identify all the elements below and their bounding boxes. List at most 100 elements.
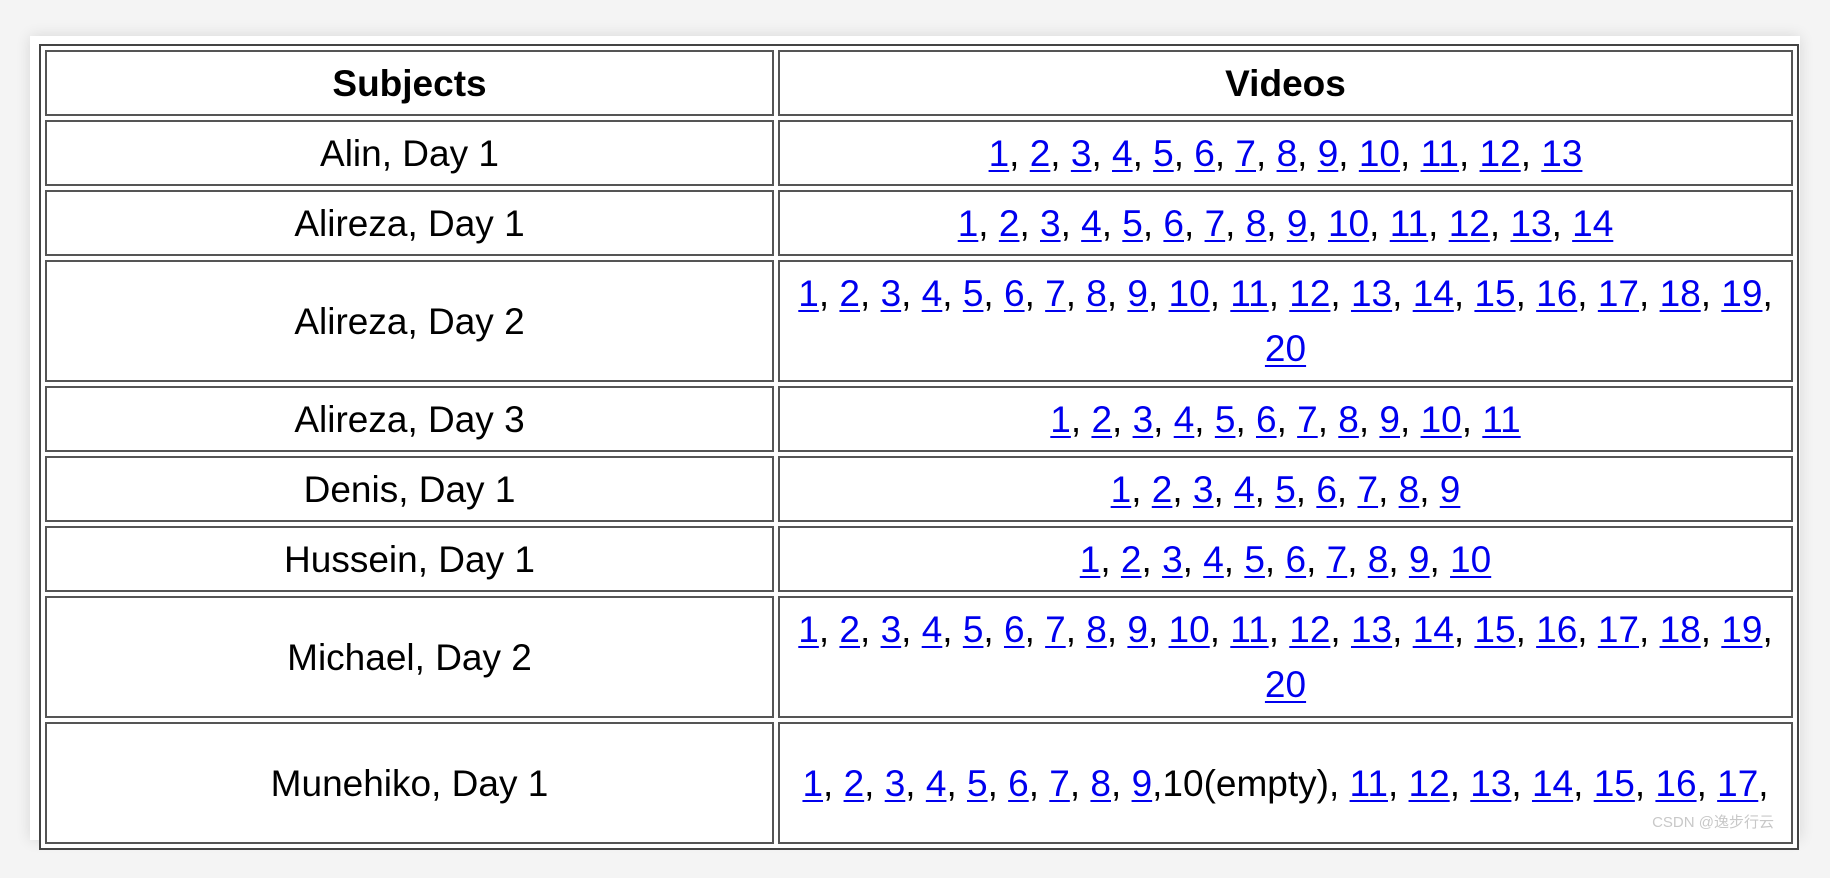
- video-link[interactable]: 1: [802, 763, 823, 804]
- video-link[interactable]: 6: [1194, 133, 1215, 174]
- video-link[interactable]: 8: [1277, 133, 1298, 174]
- video-link[interactable]: 4: [1081, 203, 1102, 244]
- video-link[interactable]: 18: [1660, 609, 1701, 650]
- video-link[interactable]: 16: [1536, 273, 1577, 314]
- video-link[interactable]: 17: [1598, 609, 1639, 650]
- video-link[interactable]: 11: [1390, 203, 1428, 244]
- video-link[interactable]: 8: [1246, 203, 1267, 244]
- video-link[interactable]: 5: [1153, 133, 1174, 174]
- video-link[interactable]: 8: [1090, 763, 1111, 804]
- video-link[interactable]: 5: [1244, 539, 1265, 580]
- video-link[interactable]: 13: [1541, 133, 1582, 174]
- video-link[interactable]: 12: [1409, 763, 1450, 804]
- video-link[interactable]: 15: [1474, 273, 1515, 314]
- video-link[interactable]: 6: [1004, 609, 1025, 650]
- video-link[interactable]: 8: [1399, 469, 1420, 510]
- video-link[interactable]: 10: [1450, 539, 1491, 580]
- video-link[interactable]: 10: [1169, 273, 1210, 314]
- video-link[interactable]: 11: [1230, 609, 1268, 650]
- video-link[interactable]: 5: [967, 763, 988, 804]
- video-link[interactable]: 9: [1379, 399, 1400, 440]
- video-link[interactable]: 1: [1050, 399, 1071, 440]
- video-link[interactable]: 3: [881, 609, 902, 650]
- video-link[interactable]: 14: [1413, 609, 1454, 650]
- video-link[interactable]: 9: [1132, 763, 1153, 804]
- video-link[interactable]: 4: [1112, 133, 1133, 174]
- video-link[interactable]: 4: [1203, 539, 1224, 580]
- video-link[interactable]: 9: [1287, 203, 1308, 244]
- video-link[interactable]: 9: [1440, 469, 1461, 510]
- video-link[interactable]: 15: [1474, 609, 1515, 650]
- video-link[interactable]: 1: [798, 609, 819, 650]
- video-link[interactable]: 3: [885, 763, 906, 804]
- video-link[interactable]: 17: [1598, 273, 1639, 314]
- video-link[interactable]: 20: [1265, 664, 1306, 705]
- video-link[interactable]: 2: [1121, 539, 1142, 580]
- video-link[interactable]: 8: [1368, 539, 1389, 580]
- video-link[interactable]: 6: [1285, 539, 1306, 580]
- video-link[interactable]: 7: [1045, 609, 1066, 650]
- video-link[interactable]: 13: [1351, 273, 1392, 314]
- video-link[interactable]: 8: [1086, 609, 1107, 650]
- video-link[interactable]: 7: [1049, 763, 1070, 804]
- video-link[interactable]: 5: [963, 273, 984, 314]
- video-link[interactable]: 4: [1234, 469, 1255, 510]
- video-link[interactable]: 10: [1359, 133, 1400, 174]
- video-link[interactable]: 19: [1721, 273, 1762, 314]
- video-link[interactable]: 2: [999, 203, 1020, 244]
- video-link[interactable]: 7: [1357, 469, 1378, 510]
- video-link[interactable]: 3: [1040, 203, 1061, 244]
- video-link[interactable]: 4: [922, 609, 943, 650]
- video-link[interactable]: 5: [1275, 469, 1296, 510]
- video-link[interactable]: 8: [1086, 273, 1107, 314]
- video-link[interactable]: 5: [1215, 399, 1236, 440]
- video-link[interactable]: 7: [1297, 399, 1318, 440]
- video-link[interactable]: 17: [1717, 763, 1758, 804]
- video-link[interactable]: 9: [1127, 609, 1148, 650]
- video-link[interactable]: 7: [1205, 203, 1226, 244]
- video-link[interactable]: 2: [1091, 399, 1112, 440]
- video-link[interactable]: 1: [958, 203, 979, 244]
- video-link[interactable]: 6: [1256, 399, 1277, 440]
- video-link[interactable]: 14: [1532, 763, 1573, 804]
- video-link[interactable]: 14: [1413, 273, 1454, 314]
- video-link[interactable]: 6: [1316, 469, 1337, 510]
- video-link[interactable]: 3: [1133, 399, 1154, 440]
- video-link[interactable]: 14: [1572, 203, 1613, 244]
- video-link[interactable]: 9: [1127, 273, 1148, 314]
- video-link[interactable]: 12: [1289, 273, 1330, 314]
- video-link[interactable]: 2: [1152, 469, 1173, 510]
- video-link[interactable]: 11: [1421, 133, 1459, 174]
- video-link[interactable]: 4: [922, 273, 943, 314]
- video-link[interactable]: 6: [1163, 203, 1184, 244]
- video-link[interactable]: 3: [881, 273, 902, 314]
- video-link[interactable]: 6: [1004, 273, 1025, 314]
- video-link[interactable]: 7: [1045, 273, 1066, 314]
- video-link[interactable]: 12: [1289, 609, 1330, 650]
- video-link[interactable]: 11: [1230, 273, 1268, 314]
- video-link[interactable]: 5: [1122, 203, 1143, 244]
- video-link[interactable]: 12: [1480, 133, 1521, 174]
- video-link[interactable]: 1: [1080, 539, 1101, 580]
- video-link[interactable]: 5: [963, 609, 984, 650]
- video-link[interactable]: 2: [839, 273, 860, 314]
- video-link[interactable]: 15: [1594, 763, 1635, 804]
- video-link[interactable]: 7: [1235, 133, 1256, 174]
- video-link[interactable]: 19: [1721, 609, 1762, 650]
- video-link[interactable]: 1: [1111, 469, 1132, 510]
- video-link[interactable]: 10: [1328, 203, 1369, 244]
- video-link[interactable]: 4: [926, 763, 947, 804]
- video-link[interactable]: 16: [1655, 763, 1696, 804]
- video-link[interactable]: 13: [1351, 609, 1392, 650]
- video-link[interactable]: 12: [1449, 203, 1490, 244]
- video-link[interactable]: 9: [1318, 133, 1339, 174]
- video-link[interactable]: 3: [1071, 133, 1092, 174]
- video-link[interactable]: 8: [1338, 399, 1359, 440]
- video-link[interactable]: 6: [1008, 763, 1029, 804]
- video-link[interactable]: 7: [1327, 539, 1348, 580]
- video-link[interactable]: 2: [1030, 133, 1051, 174]
- video-link[interactable]: 13: [1470, 763, 1511, 804]
- video-link[interactable]: 18: [1660, 273, 1701, 314]
- video-link[interactable]: 1: [798, 273, 819, 314]
- video-link[interactable]: 9: [1409, 539, 1430, 580]
